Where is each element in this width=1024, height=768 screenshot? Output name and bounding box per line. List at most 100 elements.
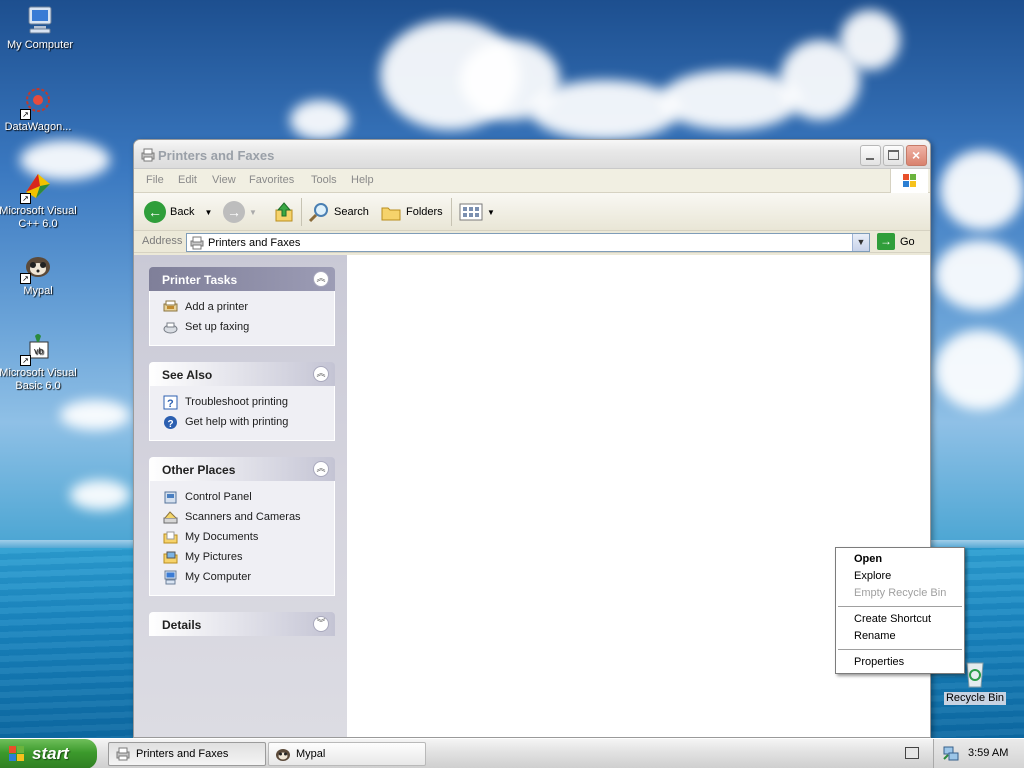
search-button[interactable]: Search (308, 200, 369, 224)
clock[interactable]: 3:59 AM (968, 747, 1008, 759)
desktop-icon-mypal[interactable]: ↗ Mypal (0, 250, 78, 298)
help-icon: ? (163, 415, 178, 430)
cloud (60, 400, 130, 430)
go-button[interactable]: → Go (877, 233, 915, 250)
menu-item-create-shortcut[interactable]: Create Shortcut (836, 611, 964, 628)
task-label: Add a printer (185, 301, 248, 313)
task-label: Set up faxing (185, 321, 250, 333)
desktop-icon-my-computer[interactable]: My Computer (0, 4, 80, 52)
desktop-icon-visual-cpp[interactable]: ↗ Microsoft Visual C++ 6.0 (0, 170, 78, 231)
desktop-icon-visual-basic[interactable]: vb ↗ Microsoft Visual Basic 6.0 (0, 332, 78, 393)
address-dropdown-button[interactable]: ▼ (852, 234, 869, 251)
up-folder-icon (275, 202, 293, 222)
cloud (940, 150, 1024, 230)
add-printer-icon (163, 300, 178, 315)
mypal-icon: ↗ (20, 250, 54, 284)
panel-header[interactable]: See Also ︽ (149, 362, 335, 386)
task-add-printer[interactable]: Add a printer (150, 297, 334, 317)
place-my-documents[interactable]: My Documents (150, 527, 334, 547)
place-control-panel[interactable]: Control Panel (150, 487, 334, 507)
menu-tools[interactable]: Tools (311, 174, 337, 186)
collapse-icon[interactable]: ︽ (313, 461, 329, 477)
collapse-icon[interactable]: ︽ (313, 366, 329, 382)
panel-body: ? Troubleshoot printing ? Get help with … (149, 386, 335, 441)
shortcut-arrow-icon: ↗ (20, 193, 31, 204)
chevron-down-icon[interactable]: ▼ (204, 208, 212, 217)
chevron-down-icon: ▼ (249, 207, 257, 217)
panel-title: Other Places (162, 463, 236, 477)
cloud (530, 80, 680, 140)
address-input[interactable]: Printers and Faxes ▼ (186, 233, 870, 252)
cloud (840, 10, 900, 70)
cloud (935, 330, 1024, 410)
place-label: Control Panel (185, 491, 252, 503)
panel-see-also: See Also ︽ ? Troubleshoot printing ? Get… (149, 362, 335, 441)
title-bar[interactable]: Printers and Faxes × (134, 140, 930, 169)
collapse-icon[interactable]: ︽ (313, 271, 329, 287)
menu-favorites[interactable]: Favorites (249, 174, 294, 186)
close-button[interactable]: × (906, 145, 927, 166)
back-button[interactable]: ← Back ▼ (144, 200, 212, 224)
views-button[interactable]: ▼ (459, 200, 495, 224)
task-label: Mypal (296, 748, 326, 760)
menu-item-empty-recycle-bin: Empty Recycle Bin (854, 587, 947, 599)
maximize-button[interactable] (883, 145, 904, 166)
folders-button[interactable]: Folders (380, 200, 443, 224)
search-icon (308, 203, 328, 223)
panel-details: Details ︾ (149, 612, 335, 636)
task-label: Printers and Faxes (136, 748, 229, 760)
place-scanners-and-cameras[interactable]: Scanners and Cameras (150, 507, 334, 527)
menu-view[interactable]: View (212, 174, 236, 186)
address-value: Printers and Faxes (208, 237, 301, 249)
network-icon[interactable] (942, 745, 960, 763)
taskbar-button-printers-and-faxes[interactable]: Printers and Faxes (108, 742, 266, 766)
minimize-button[interactable] (860, 145, 881, 166)
go-label: Go (900, 235, 915, 248)
folders-label: Folders (406, 206, 443, 218)
menu-item-explore[interactable]: Explore (836, 568, 964, 585)
link-label: Troubleshoot printing (185, 396, 288, 408)
desktop-icon-label: My Computer (6, 39, 74, 51)
window-title: Printers and Faxes (158, 148, 275, 163)
panel-title: Details (162, 618, 202, 632)
taskbar-button-mypal[interactable]: Mypal (268, 742, 426, 766)
cloud (70, 480, 130, 510)
menu-item-open[interactable]: Open (836, 551, 964, 568)
pictures-folder-icon (163, 550, 178, 565)
scanner-icon (163, 510, 178, 525)
desktop-icon-label: Mypal (23, 285, 53, 297)
place-my-computer[interactable]: My Computer (150, 567, 334, 587)
link-troubleshoot-printing[interactable]: ? Troubleshoot printing (150, 392, 334, 412)
expand-icon[interactable]: ︾ (313, 616, 329, 632)
place-label: My Pictures (185, 551, 243, 563)
desktop-icon-datawagon[interactable]: ↗ DataWagon... (0, 86, 78, 134)
desktop-icon-label: Microsoft Visual C++ 6.0 (0, 205, 77, 230)
place-label: Scanners and Cameras (185, 511, 301, 523)
place-my-pictures[interactable]: My Pictures (150, 547, 334, 567)
svg-text:?: ? (167, 398, 174, 410)
printers-and-faxes-window[interactable]: Printers and Faxes × File Edit View Favo… (133, 139, 931, 738)
cloud (660, 70, 800, 130)
keyboard-icon[interactable] (905, 747, 919, 759)
menu-edit[interactable]: Edit (178, 174, 197, 186)
fax-icon (163, 320, 178, 335)
forward-button[interactable]: → ▼ (223, 200, 257, 224)
toolbar-separator (451, 198, 452, 226)
desktop-icon-label: Microsoft Visual Basic 6.0 (0, 367, 77, 392)
panel-header[interactable]: Printer Tasks ︽ (149, 267, 335, 291)
task-set-up-faxing[interactable]: Set up faxing (150, 317, 334, 337)
place-label: My Documents (185, 531, 259, 543)
start-button[interactable]: start (0, 739, 97, 768)
views-icon (459, 203, 483, 221)
printer-icon (116, 747, 130, 761)
up-folder-button[interactable] (273, 200, 295, 224)
panel-header[interactable]: Other Places ︽ (149, 457, 335, 481)
menu-file[interactable]: File (146, 174, 164, 186)
panel-header[interactable]: Details ︾ (149, 612, 335, 636)
go-arrow-icon: → (877, 233, 895, 250)
link-get-help-with-printing[interactable]: ? Get help with printing (150, 412, 334, 432)
menu-item-properties[interactable]: Properties (836, 654, 964, 671)
menu-item-rename[interactable]: Rename (836, 628, 964, 645)
menu-help[interactable]: Help (351, 174, 374, 186)
help-document-icon: ? (163, 395, 178, 410)
